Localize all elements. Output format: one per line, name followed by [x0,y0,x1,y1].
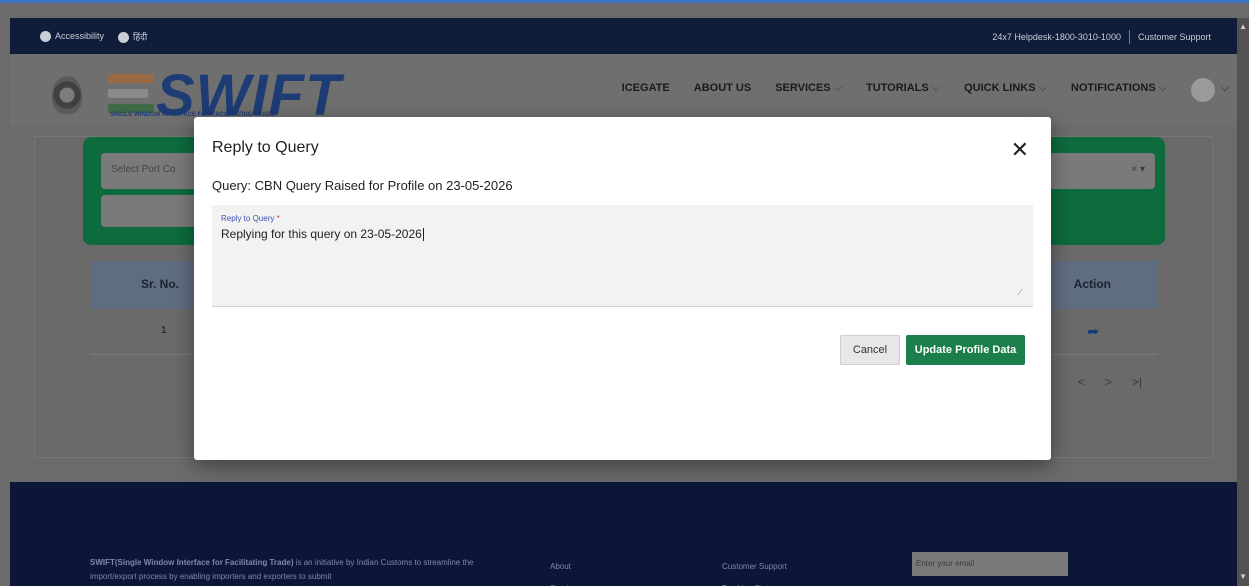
chevron-down-icon: ⌵ [833,82,842,94]
nav-item-quick-links[interactable]: QUICK LINKS ⌵ [964,82,1047,95]
update-profile-data-button[interactable]: Update Profile Data [906,335,1025,365]
chevron-down-icon: ⌵ [1038,82,1047,94]
chevron-down-icon: ⌵ [931,82,941,94]
close-icon[interactable]: ✕ [1011,139,1029,161]
scrollbar[interactable] [1237,18,1249,586]
browser-viewport: Accessibility हिंदी 24x7 Helpdesk-1800-3… [0,0,1249,586]
footer-link-about[interactable]: About [550,556,577,578]
column-header-sr-no: Sr. No. [141,277,180,291]
footer-link-tracking-status[interactable]: Tracking Status [722,578,787,586]
reply-textarea[interactable]: Reply to Query * Replying for this query… [212,205,1033,307]
text-cursor [422,228,424,242]
accessibility-link[interactable]: Accessibility [40,31,104,43]
helpdesk-text: 24x7 Helpdesk-1800-3010-1000 [992,32,1121,42]
site-footer: SWIFT(Single Window Interface for Facili… [10,482,1237,586]
reply-field-label: Reply to Query * [221,214,280,223]
site-header: SWIFT SINGLE WINDOW INTERFACE FOR FACILI… [10,54,1237,128]
nav-item-notifications[interactable]: NOTIFICATIONS ⌵ [1071,82,1167,95]
footer-link-service[interactable]: Service [550,578,577,586]
pagination: < > >| [1078,375,1142,389]
column-header-action: Action [1073,277,1111,291]
footer-links-col: Customer Support Tracking Status [722,556,787,586]
reply-icon[interactable]: ➦ [1087,323,1099,340]
footer-link-customer-support[interactable]: Customer Support [722,556,787,578]
newsletter-email-input[interactable]: Enter your email [912,552,1068,576]
main-nav: ICEGATE ABOUT US SERVICES ⌵ TUTORIALS ⌵ QU… [622,82,1167,95]
last-page-button[interactable]: >| [1132,375,1142,389]
chevron-down-icon[interactable]: ⌵ [1221,82,1229,95]
next-page-button[interactable]: > [1105,375,1112,389]
filter-select-right[interactable]: × ▾ [1033,153,1155,189]
scroll-up-icon[interactable]: ▲ [1239,22,1247,31]
divider [1128,30,1130,44]
globe-icon [118,32,130,44]
nav-item-tutorials[interactable]: TUTORIALS ⌵ [866,82,940,95]
chevron-down-icon: ⌵ [1158,82,1167,94]
scroll-down-icon[interactable]: ▼ [1239,572,1247,581]
language-link[interactable]: हिंदी [118,30,147,44]
nav-item-icegate[interactable]: ICEGATE [622,82,670,95]
utility-bar: Accessibility हिंदी 24x7 Helpdesk-1800-3… [10,18,1237,54]
row-sr-no: 1 [161,325,167,336]
footer-links-col: About Service [550,556,577,586]
resize-handle-icon[interactable]: ⟋ [1017,288,1023,298]
accessibility-icon [40,31,51,43]
reply-field-value[interactable]: Replying for this query on 23-05-2026 [221,227,424,242]
reply-to-query-dialog: Reply to Query ✕ Query: CBN Query Raised… [194,117,1051,460]
user-avatar-icon[interactable] [1191,78,1215,102]
national-emblem-icon [52,76,82,114]
prev-page-button[interactable]: < [1078,375,1085,389]
query-text: Query: CBN Query Raised for Profile on 2… [212,178,513,193]
cancel-button[interactable]: Cancel [840,335,900,365]
footer-about: SWIFT(Single Window Interface for Facili… [90,558,474,581]
window-accent-bar [0,0,1249,3]
nav-item-services[interactable]: SERVICES ⌵ [775,82,842,95]
dialog-title: Reply to Query [212,139,319,156]
nav-item-about-us[interactable]: ABOUT US [694,82,751,95]
customer-support-link[interactable]: Customer Support [1138,32,1211,42]
